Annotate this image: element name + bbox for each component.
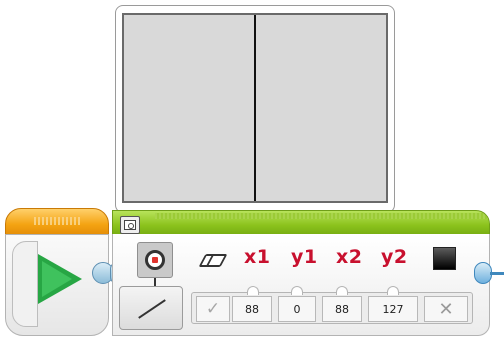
eraser-icon[interactable] [198, 254, 228, 267]
preview-line-drawing [254, 15, 256, 201]
check-icon[interactable]: ✓ [196, 296, 230, 322]
value-x1[interactable]: 88 [232, 296, 272, 322]
param-label-y2: y2 [381, 246, 408, 268]
line-mode-button[interactable] [119, 286, 183, 330]
line-icon [138, 299, 166, 319]
display-eye-icon[interactable] [137, 242, 173, 278]
start-block-body [5, 234, 109, 336]
start-block-stripe [34, 217, 80, 225]
eye-icon-graphic [145, 250, 165, 270]
start-block-header [5, 208, 109, 236]
display-block-header [112, 210, 490, 236]
param-label-x2: x2 [336, 246, 363, 268]
display-block-stripe [155, 213, 489, 219]
value-x2-hook [336, 286, 348, 295]
black-square-icon[interactable] [433, 247, 456, 270]
preview-icon[interactable] [120, 216, 140, 234]
mode-connector [154, 278, 156, 286]
close-icon[interactable]: ✕ [424, 296, 468, 322]
program-canvas: x1 y1 x2 y2 ✓ 88 0 88 127 ✕ [0, 0, 504, 342]
value-y1[interactable]: 0 [278, 296, 316, 322]
value-y2-hook [387, 286, 399, 295]
start-block-notch [12, 241, 38, 327]
value-x1-hook [247, 286, 259, 295]
value-x2[interactable]: 88 [322, 296, 362, 322]
display-preview-screen [122, 13, 388, 203]
param-label-y1: y1 [291, 246, 318, 268]
param-label-x1: x1 [244, 246, 271, 268]
display-block[interactable]: x1 y1 x2 y2 ✓ 88 0 88 127 ✕ [112, 210, 490, 336]
value-y1-hook [291, 286, 303, 295]
display-block-body: x1 y1 x2 y2 ✓ 88 0 88 127 ✕ [112, 234, 490, 336]
preview-icon-inner [124, 220, 136, 230]
parameter-values-bar: ✓ 88 0 88 127 ✕ [191, 286, 473, 324]
sequence-wire-out [490, 272, 504, 275]
play-icon[interactable] [38, 254, 82, 304]
display-preview-panel [115, 5, 395, 213]
value-y2[interactable]: 127 [368, 296, 418, 322]
